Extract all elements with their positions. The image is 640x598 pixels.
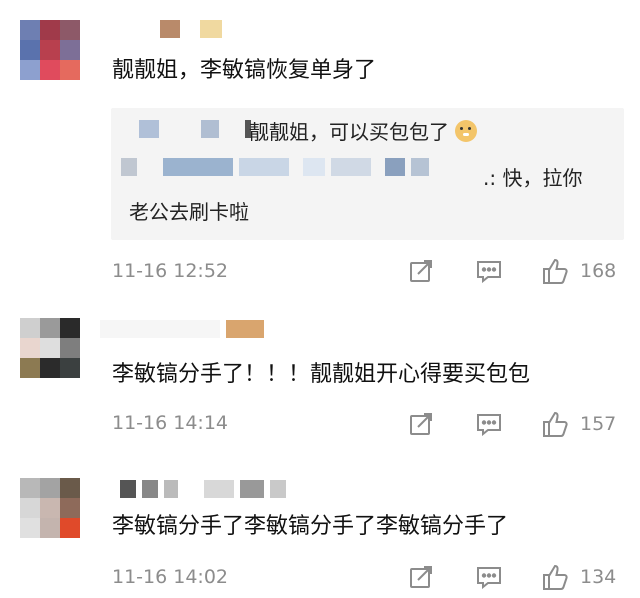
dog-face-emoji-icon bbox=[455, 120, 478, 142]
comment-button[interactable] bbox=[476, 412, 502, 436]
comment-icon bbox=[477, 567, 501, 589]
share-icon bbox=[410, 566, 432, 588]
quote-username-censored bbox=[139, 120, 251, 138]
avatar[interactable] bbox=[20, 20, 80, 80]
comment-button[interactable] bbox=[476, 259, 502, 283]
comment-text: 李敏镐分手了李敏镐分手了李敏镐分手了 bbox=[112, 514, 509, 539]
like-count: 134 bbox=[580, 566, 617, 588]
comment-item: 李敏镐分手了李敏镐分手了李敏镐分手了 11-16 14:02 134 bbox=[0, 460, 640, 598]
username-censored[interactable] bbox=[160, 20, 222, 38]
thumbs-up-icon bbox=[543, 258, 568, 284]
thumbs-up-icon bbox=[543, 564, 568, 590]
quote-line-3: 老公去刷卡啦 bbox=[129, 200, 249, 224]
comment-icon bbox=[477, 261, 501, 283]
avatar[interactable] bbox=[20, 478, 80, 538]
avatar[interactable] bbox=[20, 318, 80, 378]
comment-timestamp: 11-16 14:02 bbox=[112, 566, 229, 588]
like-count: 168 bbox=[580, 260, 617, 282]
comment-button[interactable] bbox=[476, 565, 502, 589]
comment-icon bbox=[477, 414, 501, 436]
share-button[interactable] bbox=[409, 565, 433, 589]
like-count: 157 bbox=[580, 413, 617, 435]
quote-line-1: 靓靓姐，可以买包包了 bbox=[249, 118, 478, 146]
username-censored[interactable] bbox=[120, 480, 286, 498]
comment-text: 靓靓姐，李敏镐恢复单身了 bbox=[112, 58, 377, 83]
quoted-reply-box[interactable]: 靓靓姐，可以买包包了 .: 快，拉你 老公去刷卡啦 bbox=[111, 108, 624, 240]
thumbs-up-icon bbox=[543, 411, 568, 437]
comment-timestamp: 11-16 12:52 bbox=[112, 260, 229, 282]
like-button[interactable]: 134 bbox=[542, 563, 616, 591]
comment-timestamp: 11-16 14:14 bbox=[112, 412, 229, 434]
comment-item: 靓靓姐，李敏镐恢复单身了 靓靓姐，可以买包包了 .: 快，拉你 老公去刷卡啦 1… bbox=[0, 0, 640, 300]
share-button[interactable] bbox=[409, 259, 433, 283]
quote-line-2: .: 快，拉你 bbox=[483, 166, 583, 190]
comment-text: 李敏镐分手了！！！靓靓姐开心得要买包包 bbox=[112, 362, 531, 387]
like-button[interactable]: 168 bbox=[542, 257, 616, 285]
username-censored[interactable] bbox=[100, 320, 264, 338]
share-icon bbox=[410, 413, 432, 435]
share-button[interactable] bbox=[409, 412, 433, 436]
quote-mention-censored bbox=[121, 158, 429, 176]
comment-item: 李敏镐分手了！！！靓靓姐开心得要买包包 11-16 14:14 157 bbox=[0, 300, 640, 450]
share-icon bbox=[410, 260, 432, 282]
like-button[interactable]: 157 bbox=[542, 410, 616, 438]
